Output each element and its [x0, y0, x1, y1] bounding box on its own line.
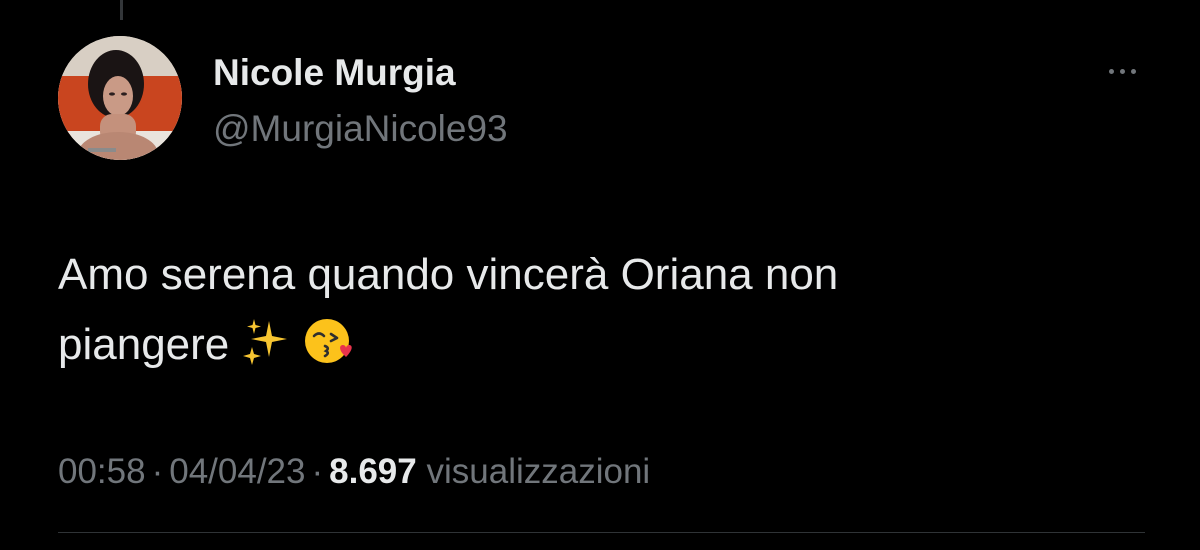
- author-info[interactable]: Nicole Murgia @MurgiaNicole93: [213, 46, 508, 158]
- author-handle[interactable]: @MurgiaNicole93: [213, 100, 508, 158]
- meta-separator: ·: [151, 452, 164, 491]
- face-blowing-kiss-emoji: [303, 315, 355, 388]
- tweet[interactable]: Nicole Murgia @MurgiaNicole93 Amo serena…: [0, 0, 1200, 550]
- avatar[interactable]: [58, 36, 182, 160]
- sparkles-emoji: [241, 317, 291, 388]
- tweet-meta: 00:58 · 04/04/23 · 8.697 visualizzazioni: [58, 442, 650, 502]
- views-label[interactable]: visualizzazioni: [426, 452, 650, 491]
- views-count[interactable]: 8.697: [329, 452, 417, 491]
- meta-separator: ·: [311, 452, 324, 491]
- tweet-text: Amo serena quando vincerà Oriana non pia…: [58, 240, 1138, 388]
- author-display-name[interactable]: Nicole Murgia: [213, 46, 508, 100]
- tweet-text-line-2: piangere: [58, 320, 230, 369]
- tweet-text-line-2-wrap: piangere: [58, 310, 1138, 388]
- more-options-button[interactable]: [1094, 56, 1150, 86]
- tweet-date[interactable]: 04/04/23: [169, 452, 305, 491]
- tweet-text-line-1: Amo serena quando vincerà Oriana non: [58, 250, 839, 299]
- more-horizontal-icon: [1106, 68, 1139, 74]
- divider: [58, 532, 1145, 533]
- tweet-time[interactable]: 00:58: [58, 452, 146, 491]
